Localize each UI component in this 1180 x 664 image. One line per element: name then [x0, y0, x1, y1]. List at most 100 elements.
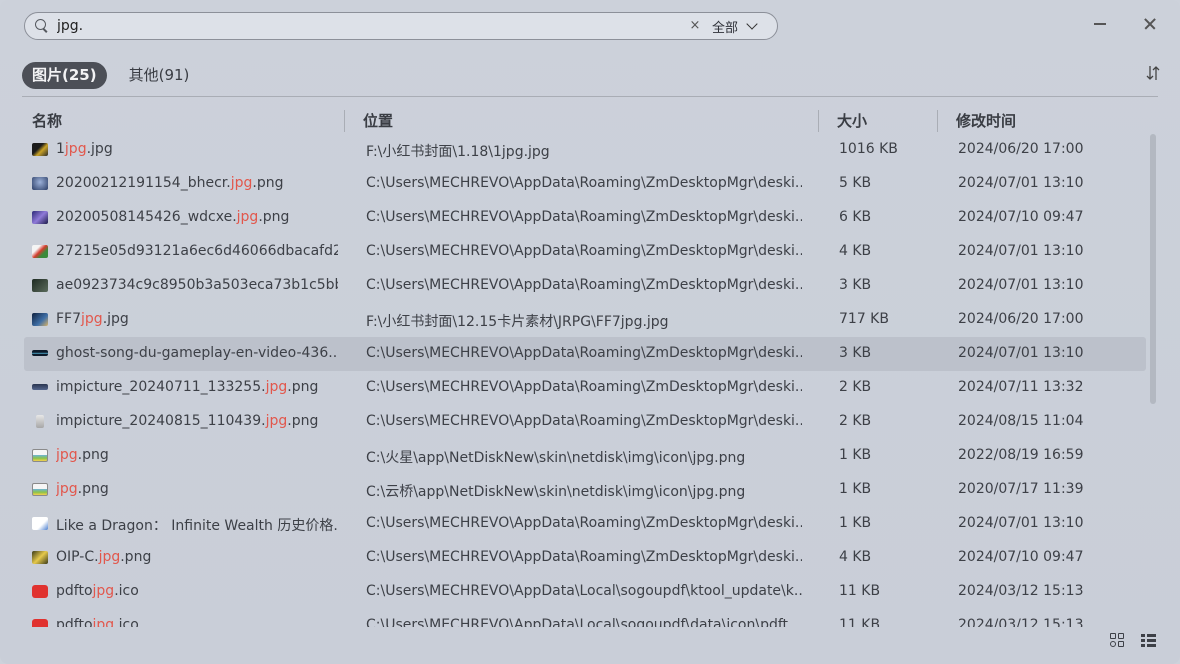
modified-time: 2024/07/11 13:32	[958, 379, 1084, 395]
match-highlight: jpg	[92, 617, 115, 627]
file-name-part: impicture_20240815_110439.	[56, 413, 266, 429]
close-icon[interactable]	[1140, 14, 1160, 34]
file-name-part: .png	[77, 447, 109, 463]
file-name-part: 20200212191154_bhecr.	[56, 175, 231, 191]
file-name-part: FF7	[56, 311, 82, 327]
file-size: 1 KB	[839, 447, 872, 463]
sort-arrows-graphic	[1146, 66, 1160, 80]
file-size: 6 KB	[839, 209, 872, 225]
file-name-part: .png	[287, 413, 319, 429]
table-row[interactable]: 20200212191154_bhecr.jpg.png C:\Users\MEC…	[24, 167, 1146, 201]
modified-time: 2022/08/19 16:59	[958, 447, 1084, 463]
file-name: 20200212191154_bhecr.jpg.png	[56, 175, 338, 191]
table-row[interactable]: ae0923734c9c8950b3a503eca73b1c5bb... C:\U…	[24, 269, 1146, 303]
result-list: 1jpg.jpg F:\小红书封面\1.18\1jpg.jpg 1016 KB 202…	[24, 133, 1146, 627]
file-location: C:\Users\MECHREVO\AppData\Roaming\ZmDesk…	[366, 345, 802, 361]
table-row[interactable]: impicture_20240711_133255.jpg.png C:\User…	[24, 371, 1146, 405]
file-name: impicture_20240815_110439.jpg.png	[56, 413, 338, 429]
grid-view-icon[interactable]	[1110, 633, 1126, 649]
table-row[interactable]: pdftojpg.ico C:\Users\MECHREVO\AppData\Lo…	[24, 575, 1146, 609]
scope-label: 全部	[712, 20, 739, 36]
col-header-location[interactable]: 位置	[363, 110, 393, 131]
file-name-part: Like a Dragon： Infinite Wealth 历史价格...	[56, 518, 338, 534]
file-image-icon	[32, 449, 48, 462]
file-name-part: .ico	[114, 583, 139, 599]
col-header-modified[interactable]: 修改时间	[956, 110, 1016, 131]
file-name: pdftojpg.ico	[56, 617, 338, 627]
file-location: C:\Users\MECHREVO\AppData\Local\sogoupdf…	[366, 583, 802, 599]
chevron-down-icon	[746, 18, 758, 30]
minimize-icon[interactable]	[1094, 23, 1106, 25]
thumbnail-icon	[32, 143, 48, 156]
col-header-size[interactable]: 大小	[837, 110, 867, 131]
file-name: jpg.png	[56, 447, 338, 463]
file-name-part: 1	[56, 141, 65, 157]
pdf-red-icon	[32, 585, 48, 598]
file-name: ae0923734c9c8950b3a503eca73b1c5bb...	[56, 277, 338, 293]
column-resize-handle[interactable]	[937, 110, 938, 132]
match-highlight: jpg	[230, 175, 253, 191]
modified-time: 2024/07/10 09:47	[958, 209, 1084, 225]
file-name-part: .png	[252, 175, 284, 191]
file-size: 3 KB	[839, 345, 872, 361]
tab-images[interactable]: 图片(25)	[22, 62, 107, 89]
thumbnail-icon	[32, 211, 48, 224]
modified-time: 2024/07/01 13:10	[958, 515, 1084, 531]
file-location: C:\Users\MECHREVO\AppData\Roaming\ZmDesk…	[366, 243, 802, 259]
modified-time: 2024/06/20 17:00	[958, 311, 1084, 327]
file-name-part: .png	[120, 549, 152, 565]
table-row[interactable]: 27215e05d93121a6ec6d46066dbacafd2... C:\U…	[24, 235, 1146, 269]
file-location: C:\Users\MECHREVO\AppData\Roaming\ZmDesk…	[366, 209, 802, 225]
table-row[interactable]: impicture_20240815_110439.jpg.png C:\User…	[24, 405, 1146, 439]
thumbnail-icon	[32, 245, 48, 258]
table-row[interactable]: 20200508145426_wdcxe.jpg.png C:\Users\MEC…	[24, 201, 1146, 235]
file-name-part: .jpg	[86, 141, 113, 157]
table-row[interactable]: FF7jpg.jpg F:\小红书封面\12.15卡片素材\JRPG\FF7jpg…	[24, 303, 1146, 337]
file-name: 20200508145426_wdcxe.jpg.png	[56, 209, 338, 225]
thumbnail-icon	[32, 551, 48, 564]
file-size: 5 KB	[839, 175, 872, 191]
file-name: OIP-C.jpg.png	[56, 549, 338, 565]
file-location: F:\小红书封面\12.15卡片素材\JRPG\FF7jpg.jpg	[366, 314, 669, 330]
file-name-part: .jpg	[102, 311, 129, 327]
file-size: 11 KB	[839, 617, 881, 627]
thumbnail-icon	[32, 384, 48, 390]
modified-time: 2024/07/01 13:10	[958, 243, 1084, 259]
file-name: impicture_20240711_133255.jpg.png	[56, 379, 338, 395]
tab-other[interactable]: 其他(91)	[119, 62, 200, 89]
file-size: 3 KB	[839, 277, 872, 293]
list-view-icon[interactable]	[1141, 633, 1157, 649]
scope-dropdown[interactable]: 全部	[712, 16, 758, 36]
file-name-part: 27215e05d93121a6ec6d46066dbacafd2...	[56, 243, 338, 259]
thumbnail-icon	[32, 517, 48, 530]
file-name: ghost-song-du-gameplay-en-video-436...	[56, 345, 338, 361]
table-row[interactable]: OIP-C.jpg.png C:\Users\MECHREVO\AppData\R…	[24, 541, 1146, 575]
file-name: jpg.png	[56, 481, 338, 497]
col-header-name[interactable]: 名称	[32, 110, 62, 131]
column-resize-handle[interactable]	[818, 110, 819, 132]
search-input[interactable]	[57, 14, 657, 38]
table-row[interactable]: 1jpg.jpg F:\小红书封面\1.18\1jpg.jpg 1016 KB 202…	[24, 133, 1146, 167]
thumbnail-icon	[36, 415, 44, 428]
clear-icon[interactable]: ×	[687, 17, 703, 35]
modified-time: 2024/07/01 13:10	[958, 175, 1084, 191]
table-row[interactable]: jpg.png C:\云桥\app\NetDiskNew\skin\netdisk…	[24, 473, 1146, 507]
table-row[interactable]: jpg.png C:\火星\app\NetDiskNew\skin\netdisk…	[24, 439, 1146, 473]
tab-divider	[22, 96, 1158, 97]
column-resize-handle[interactable]	[344, 110, 345, 132]
file-name-part: .ico	[114, 617, 139, 627]
scrollbar-thumb[interactable]	[1150, 134, 1156, 404]
table-row[interactable]: ghost-song-du-gameplay-en-video-436... C:…	[24, 337, 1146, 371]
file-location: C:\Users\MECHREVO\AppData\Roaming\ZmDesk…	[366, 379, 802, 395]
file-location: C:\火星\app\NetDiskNew\skin\netdisk\img\ic…	[366, 450, 746, 466]
match-highlight: jpg	[64, 141, 87, 157]
file-size: 4 KB	[839, 243, 872, 259]
table-row[interactable]: pdftojpg.ico C:\Users\MECHREVO\AppData\Lo…	[24, 609, 1146, 627]
file-location: C:\Users\MECHREVO\AppData\Roaming\ZmDesk…	[366, 413, 802, 429]
file-location: C:\Users\MECHREVO\AppData\Roaming\ZmDesk…	[366, 549, 802, 565]
modified-time: 2024/07/01 13:10	[958, 345, 1084, 361]
sort-icon[interactable]	[1146, 64, 1160, 82]
table-row[interactable]: Like a Dragon： Infinite Wealth 历史价格... C:…	[24, 507, 1146, 541]
thumbnail-icon	[32, 177, 48, 190]
match-highlight: jpg	[236, 209, 259, 225]
